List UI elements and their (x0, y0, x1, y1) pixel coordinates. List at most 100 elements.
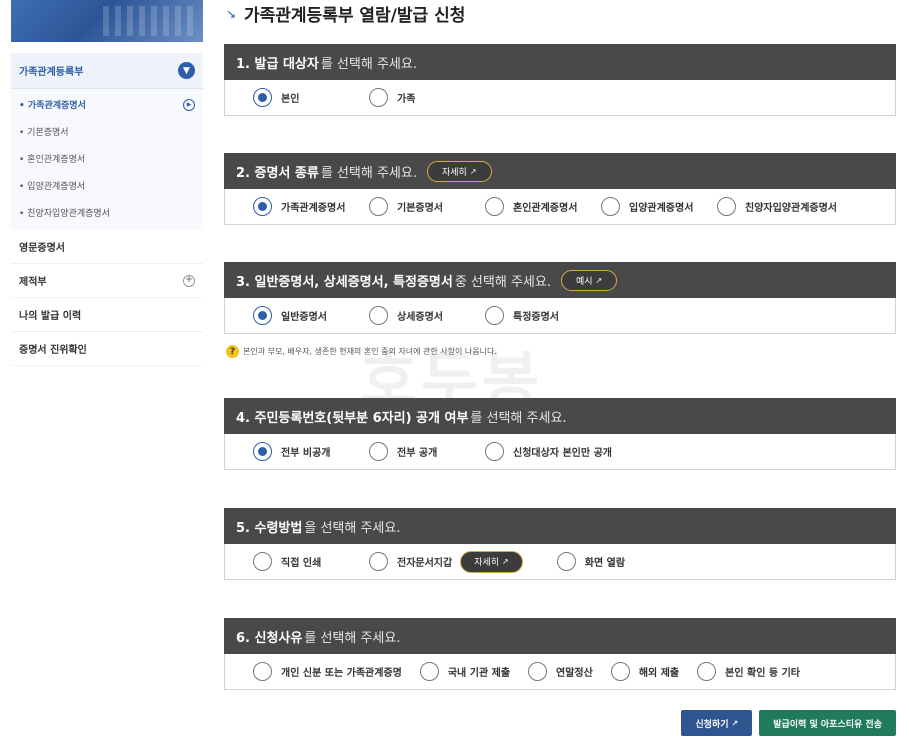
sidebar-item-label: 제적부 (19, 277, 47, 288)
external-link-icon: ↗ (502, 557, 509, 566)
title-check-icon: ↘ (226, 7, 237, 21)
radio-identity[interactable]: 개인 신분 또는 가족관계증명 (253, 662, 402, 681)
section-header: 1. 발급 대상자 를 선택해 주세요. (224, 44, 896, 80)
section-resident-number: 4. 주민등록번호(뒷부분 6자리) 공개 여부 를 선택해 주세요. 전부 비… (224, 398, 896, 470)
sidebar-item-label: 가족관계등록부 (19, 67, 84, 78)
details-button[interactable]: 자세히 ↗ (460, 550, 523, 573)
radio-specific[interactable]: 특정증명서 (485, 306, 559, 325)
sidebar-item-verify[interactable]: 증명서 진위확인 (11, 332, 203, 366)
radio-general[interactable]: 일반증명서 (253, 306, 369, 325)
radio-button[interactable] (610, 662, 630, 681)
radio-detailed[interactable]: 상세증명서 (369, 306, 485, 325)
sidebar-item-my-history[interactable]: 나의 발급 이력 (11, 298, 203, 332)
radio-label: 일반증명서 (281, 312, 327, 323)
sidebar-item-label: 나의 발급 이력 (19, 311, 82, 322)
radio-button[interactable] (369, 88, 388, 107)
radio-group-applicant: 본인 가족 (224, 80, 896, 116)
radio-family[interactable]: 가족 (369, 88, 415, 107)
radio-button[interactable] (556, 552, 576, 571)
radio-button[interactable] (369, 197, 388, 216)
radio-overseas[interactable]: 해외 제출 (610, 662, 680, 681)
radio-button[interactable] (601, 197, 620, 216)
radio-group-detail-level: 일반증명서 상세증명서 특정증명서 (224, 298, 896, 334)
example-button[interactable]: 예시 ↗ (560, 269, 618, 291)
help-note: ? 본인과 부모, 배우자, 생존한 현재의 혼인 중의 자녀에 관한 사항이 … (226, 345, 497, 358)
radio-other[interactable]: 본인 확인 등 기타 (697, 662, 800, 681)
radio-label: 해외 제출 (638, 668, 680, 679)
sidebar-sub-item-basic[interactable]: • 기본증명서 (11, 118, 203, 145)
sidebar-item-family-register[interactable]: 가족관계등록부 ▼ (11, 53, 203, 89)
radio-e-wallet[interactable]: 전자문서지갑 (369, 552, 452, 571)
sidebar-sub-item-label: • 친양자입양관계증명서 (19, 209, 110, 219)
radio-marriage[interactable]: 혼인관계증명서 (485, 197, 601, 216)
radio-button[interactable] (369, 306, 388, 325)
radio-button[interactable] (253, 88, 272, 107)
radio-button[interactable] (369, 552, 388, 571)
section-header: 6. 신청사유 를 선택해 주세요. (224, 618, 896, 654)
help-note-text: 본인과 부모, 배우자, 생존한 현재의 혼인 중의 자녀에 관한 사항이 나옵… (243, 347, 497, 356)
external-link-icon: ↗ (595, 275, 603, 285)
radio-label: 입양관계증명서 (629, 203, 694, 214)
radio-button[interactable] (253, 442, 272, 461)
radio-all-private[interactable]: 전부 비공개 (253, 442, 369, 461)
radio-group-resident-number: 전부 비공개 전부 공개 신청대상자 본인만 공개 (224, 434, 896, 470)
section-subtitle: 를 선택해 주세요. (470, 410, 567, 426)
radio-button[interactable] (485, 306, 504, 325)
sidebar-sub-item-family-relation[interactable]: • 가족관계증명서 ▶ (11, 91, 203, 118)
plus-icon[interactable]: + (183, 274, 195, 287)
chevron-down-icon[interactable]: ▼ (178, 62, 195, 79)
radio-all-public[interactable]: 전부 공개 (369, 442, 485, 461)
radio-button[interactable] (528, 662, 548, 681)
radio-full-adoption[interactable]: 친양자입양관계증명서 (717, 197, 837, 216)
section-subtitle: 를 선택해 주세요. (304, 630, 401, 646)
question-icon: ? (226, 345, 239, 358)
radio-basic[interactable]: 기본증명서 (369, 197, 485, 216)
radio-button[interactable] (485, 442, 504, 461)
radio-label: 친양자입양관계증명서 (745, 203, 837, 214)
radio-button[interactable] (253, 197, 272, 216)
radio-button[interactable] (253, 552, 272, 571)
details-button-label: 자세히 (474, 558, 500, 568)
sidebar-banner (11, 0, 203, 42)
radio-button[interactable] (419, 662, 439, 681)
radio-family-relation[interactable]: 가족관계증명서 (253, 197, 369, 216)
section-subtitle: 를 선택해 주세요. (320, 56, 417, 72)
radio-self-only-public[interactable]: 신청대상자 본인만 공개 (485, 442, 612, 461)
sidebar-item-removed-register[interactable]: 제적부 + (11, 264, 203, 298)
sidebar-sub-item-label: • 가족관계증명서 (19, 101, 86, 111)
section-receive-method: 5. 수령방법 을 선택해 주세요. 직접 인쇄 전자문서지갑 자세히 ↗ 화면… (224, 508, 896, 580)
radio-self[interactable]: 본인 (253, 88, 369, 107)
section-title: 1. 발급 대상자 (236, 56, 319, 72)
sidebar-item-label: 영문증명서 (19, 243, 65, 254)
radio-button[interactable] (485, 197, 504, 216)
history-apostille-button[interactable]: 발급이력 및 아포스티유 전송 (759, 710, 896, 736)
sidebar-item-english-certificate[interactable]: 영문증명서 (11, 230, 203, 264)
external-link-icon: ↗ (731, 718, 739, 728)
sidebar-sub-item-adoption[interactable]: • 입양관계증명서 (11, 172, 203, 199)
radio-button[interactable] (697, 662, 717, 681)
radio-label: 개인 신분 또는 가족관계증명 (281, 668, 402, 679)
radio-screen-view[interactable]: 화면 열람 (556, 552, 625, 571)
apply-button[interactable]: 신청하기 ↗ (681, 710, 753, 736)
sidebar-sub-item-marriage[interactable]: • 혼인관계증명서 (11, 145, 203, 172)
details-button[interactable]: 자세히 ↗ (426, 160, 492, 182)
radio-year-end-tax[interactable]: 연말정산 (528, 662, 593, 681)
radio-group-receive-method: 직접 인쇄 전자문서지갑 자세히 ↗ 화면 열람 (224, 544, 896, 580)
radio-adoption[interactable]: 입양관계증명서 (601, 197, 717, 216)
page-title-text: 가족관계등록부 열람/발급 신청 (244, 5, 466, 26)
radio-direct-print[interactable]: 직접 인쇄 (253, 552, 369, 571)
radio-label: 전부 공개 (397, 448, 438, 459)
radio-button[interactable] (717, 197, 736, 216)
sidebar-sub-item-full-adoption[interactable]: • 친양자입양관계증명서 (11, 199, 203, 226)
radio-button[interactable] (253, 662, 272, 681)
radio-label: 본인 확인 등 기타 (725, 668, 800, 679)
sidebar-sub-item-label: • 기본증명서 (19, 128, 69, 138)
section-title: 4. 주민등록번호(뒷부분 6자리) 공개 여부 (236, 410, 469, 426)
sidebar-sub-item-label: • 혼인관계증명서 (19, 155, 86, 165)
radio-button[interactable] (369, 442, 388, 461)
radio-domestic-agency[interactable]: 국내 기관 제출 (419, 662, 510, 681)
radio-label: 혼인관계증명서 (513, 203, 578, 214)
radio-label: 가족관계증명서 (281, 203, 346, 214)
section-header: 3. 일반증명서, 상세증명서, 특정증명서 중 선택해 주세요. 예시 ↗ (224, 262, 896, 298)
radio-button[interactable] (253, 306, 272, 325)
